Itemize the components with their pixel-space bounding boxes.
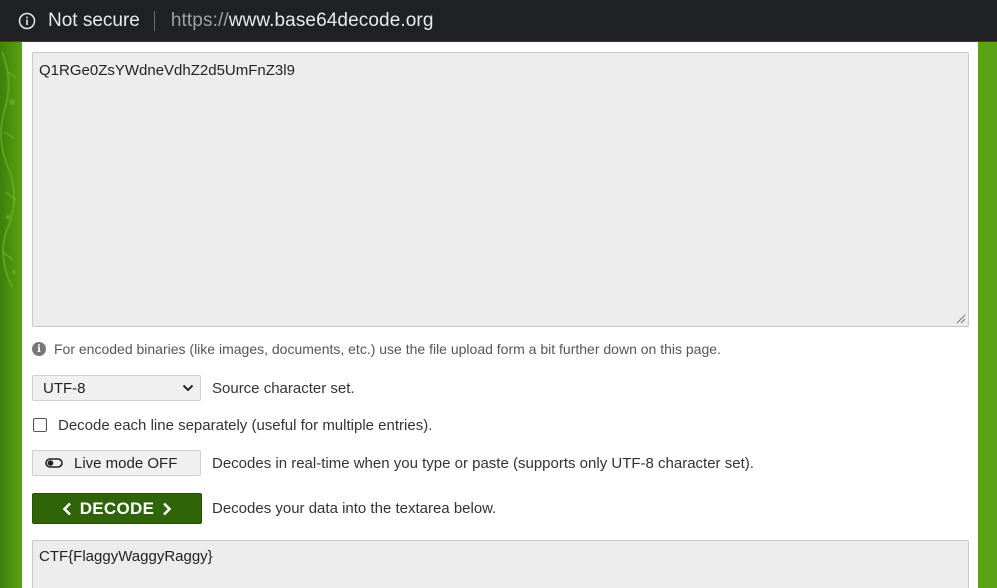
decode-lines-label[interactable]: Decode each line separately (useful for … [58, 417, 432, 434]
live-mode-button[interactable]: Live mode OFF [32, 450, 201, 476]
resize-handle-icon[interactable] [955, 313, 966, 324]
charset-selected-value: UTF-8 [43, 379, 86, 397]
toggle-off-icon [45, 458, 63, 468]
decode-row: DECODE Decodes your data into the textar… [32, 493, 496, 524]
decode-button-label: DECODE [79, 498, 155, 518]
info-icon[interactable] [18, 12, 36, 30]
page-right-margin [978, 42, 997, 588]
file-upload-hint: i For encoded binaries (like images, doc… [32, 340, 721, 358]
encoded-input-value: Q1RGe0ZsYWdneVdhZ2d5UmFnZ3l9 [39, 62, 295, 79]
url-scheme: https:// [170, 9, 229, 31]
chevron-left-icon [62, 502, 71, 515]
chevron-down-icon [182, 384, 194, 392]
live-mode-description: Decodes in real-time when you type or pa… [212, 454, 754, 472]
decoded-output-value: CTF{FlaggyWaggyRaggy} [39, 548, 213, 565]
live-mode-label: Live mode OFF [74, 454, 178, 472]
charset-select[interactable]: UTF-8 [32, 375, 201, 401]
address-bar-divider [153, 10, 155, 31]
decoder-form: Q1RGe0ZsYWdneVdhZ2d5UmFnZ3l9 i For encod… [22, 42, 978, 588]
encoded-input-textarea[interactable]: Q1RGe0ZsYWdneVdhZ2d5UmFnZ3l9 [32, 52, 969, 327]
browser-address-bar: Not secure https://www.base64decode.org [0, 0, 997, 42]
decode-lines-checkbox[interactable] [33, 418, 47, 432]
chevron-right-icon [163, 502, 172, 515]
decode-button[interactable]: DECODE [32, 493, 202, 524]
charset-description: Source character set. [212, 379, 355, 397]
info-circle-icon: i [32, 342, 46, 356]
decode-description: Decodes your data into the textarea belo… [212, 500, 497, 517]
security-status-label[interactable]: Not secure [48, 10, 140, 32]
url-field[interactable]: https://www.base64decode.org [171, 10, 434, 32]
charset-row: UTF-8 Source character set. [32, 375, 355, 401]
background-pattern [0, 42, 22, 588]
decode-lines-row: Decode each line separately (useful for … [32, 414, 432, 436]
file-upload-hint-text: For encoded binaries (like images, docum… [54, 341, 721, 357]
url-host: www.base64decode.org [228, 9, 434, 31]
live-mode-row: Live mode OFF Decodes in real-time when … [32, 450, 754, 476]
decoded-output-textarea[interactable]: CTF{FlaggyWaggyRaggy} [32, 540, 969, 588]
